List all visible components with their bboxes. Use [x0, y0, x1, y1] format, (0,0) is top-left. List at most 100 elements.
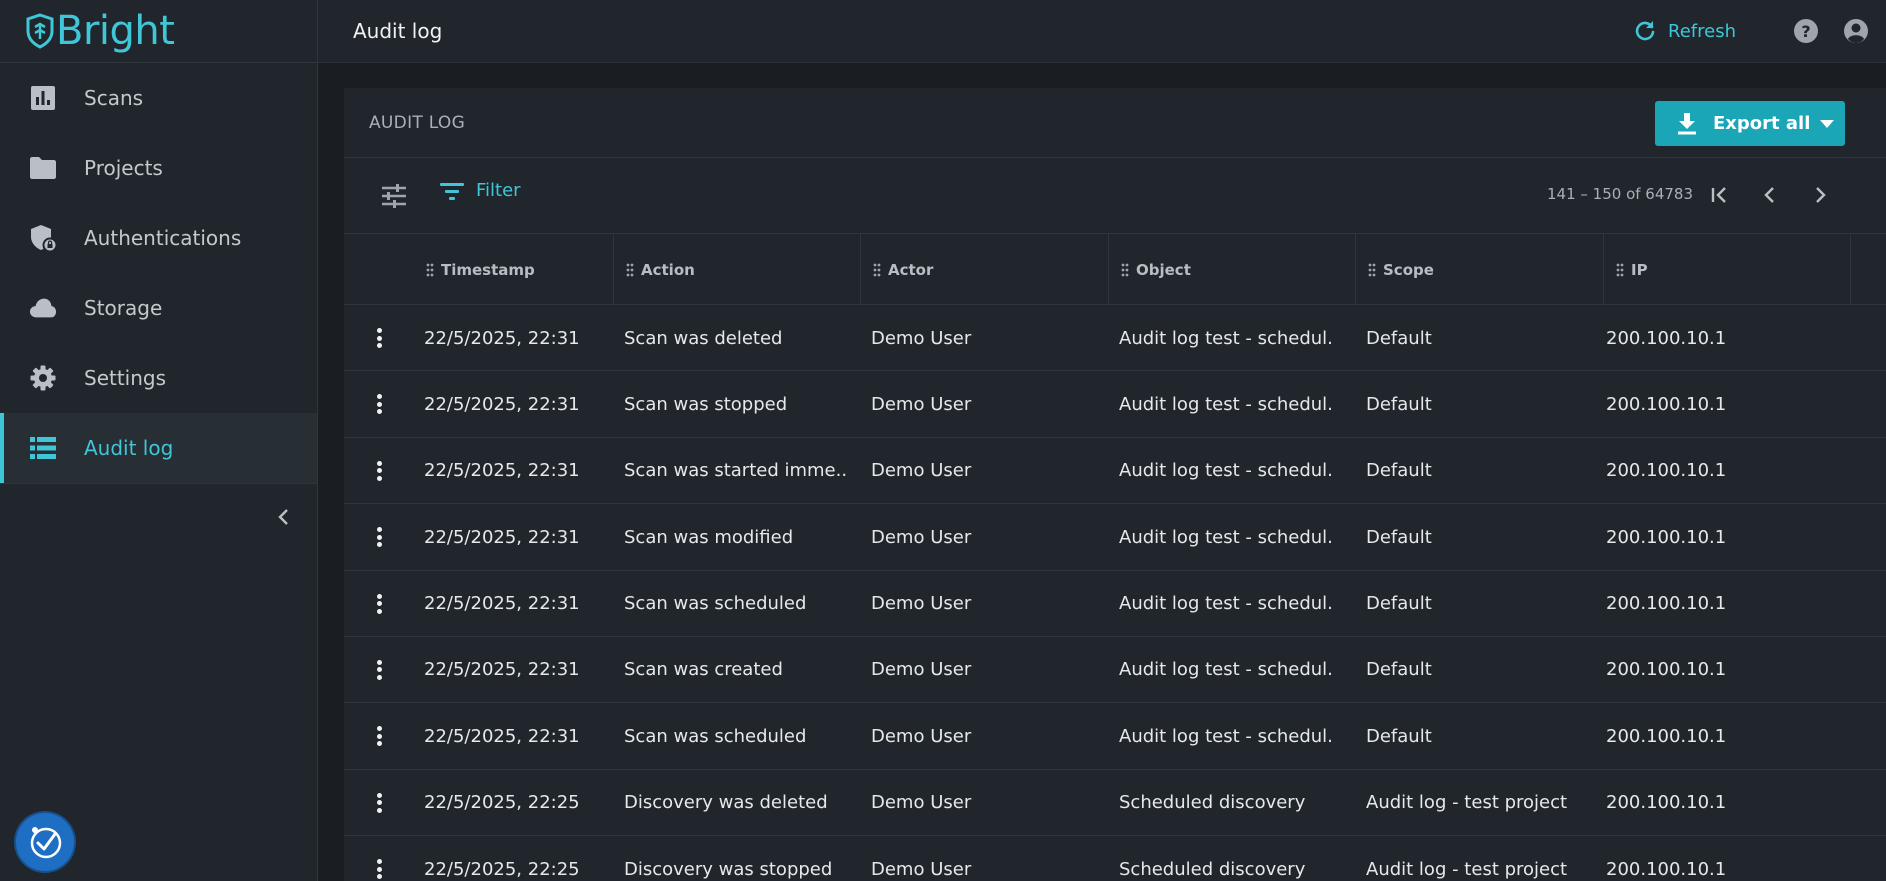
cell-timestamp: 22/5/2025, 22:25: [424, 858, 580, 880]
first-page-button[interactable]: [1705, 180, 1735, 210]
filter-icon: [440, 182, 464, 200]
drag-handle-icon[interactable]: [426, 263, 434, 277]
header-actions: Refresh ?: [1634, 17, 1870, 45]
cell-ip: 200.100.10.1: [1606, 593, 1727, 615]
sidebar-item-label: Storage: [84, 296, 163, 320]
table-row[interactable]: 22/5/2025, 22:25 Discovery was deleted Dem…: [344, 770, 1886, 837]
row-menu-button[interactable]: [374, 325, 384, 351]
table-row[interactable]: 22/5/2025, 22:31 Scan was modified Demo Us…: [344, 504, 1886, 571]
drag-handle-icon[interactable]: [1368, 263, 1376, 277]
column-header-scope[interactable]: Scope: [1356, 234, 1604, 305]
row-menu-button[interactable]: [374, 391, 384, 417]
table-row[interactable]: 22/5/2025, 22:31 Scan was stopped Demo Use…: [344, 371, 1886, 438]
cell-action: Scan was modified: [624, 526, 794, 548]
row-menu-button[interactable]: [374, 458, 384, 484]
collapse-sidebar-button[interactable]: [272, 505, 296, 529]
cell-actor: Demo User: [871, 659, 972, 681]
table-row[interactable]: 22/5/2025, 22:31 Scan was started imme...…: [344, 438, 1886, 505]
table-toolbar: Filter 141 – 150 of 64783: [344, 158, 1886, 234]
cell-timestamp: 22/5/2025, 22:31: [424, 327, 580, 349]
filter-button[interactable]: Filter: [440, 180, 521, 201]
table-row[interactable]: 22/5/2025, 22:31 Scan was scheduled Demo U…: [344, 703, 1886, 770]
row-menu-button[interactable]: [374, 657, 384, 683]
column-header-object[interactable]: Object: [1109, 234, 1356, 305]
table-row[interactable]: 22/5/2025, 22:31 Scan was created Demo Use…: [344, 637, 1886, 704]
row-menu-button[interactable]: [374, 591, 384, 617]
row-menu-button[interactable]: [374, 790, 384, 816]
cell-actor: Demo User: [871, 460, 972, 482]
bar-chart-icon: [29, 84, 57, 112]
cloud-icon: [29, 294, 57, 322]
shield-lock-icon: [29, 224, 57, 252]
sidebar-item-label: Scans: [84, 86, 144, 110]
brand-logo[interactable]: Bright: [0, 0, 317, 63]
cell-scope: Default: [1366, 526, 1432, 548]
cell-object: Scheduled discovery: [1119, 792, 1306, 814]
filter-label: Filter: [476, 180, 521, 201]
column-header-action[interactable]: Action: [614, 234, 861, 305]
cell-action: Discovery was stopped: [624, 858, 833, 880]
column-header-ip[interactable]: IP: [1604, 234, 1851, 305]
cell-timestamp: 22/5/2025, 22:31: [424, 725, 580, 747]
row-menu-button[interactable]: [374, 524, 384, 550]
brand-name: Bright: [56, 8, 175, 54]
cell-scope: Audit log - test project: [1366, 858, 1568, 880]
folder-icon: [29, 154, 57, 182]
export-all-button[interactable]: Export all: [1655, 101, 1845, 146]
cell-timestamp: 22/5/2025, 22:31: [424, 659, 580, 681]
sidebar-item-label: Projects: [84, 156, 163, 180]
cell-timestamp: 22/5/2025, 22:31: [424, 393, 580, 415]
cell-object: Audit log test - schedul...: [1119, 460, 1334, 482]
row-menu-button[interactable]: [374, 723, 384, 749]
column-header-actor[interactable]: Actor: [861, 234, 1109, 305]
cell-ip: 200.100.10.1: [1606, 858, 1727, 880]
list-icon: [29, 434, 57, 462]
audit-log-card: AUDIT LOG Export all Filter 141 – 150 of…: [344, 88, 1886, 881]
gear-icon: [29, 364, 57, 392]
cell-ip: 200.100.10.1: [1606, 526, 1727, 548]
sidebar-item-scans[interactable]: Scans: [0, 63, 317, 133]
first-page-icon: [1711, 187, 1726, 203]
refresh-button[interactable]: Refresh: [1634, 20, 1736, 42]
column-header-label: Timestamp: [441, 260, 535, 279]
export-all-label: Export all: [1713, 113, 1811, 134]
cell-action: Scan was scheduled: [624, 593, 807, 615]
drag-handle-icon[interactable]: [1121, 263, 1129, 277]
sidebar-item-audit-log[interactable]: Audit log: [0, 413, 317, 483]
cell-action: Scan was stopped: [624, 393, 788, 415]
sidebar-item-label: Settings: [84, 366, 167, 390]
column-settings-button[interactable]: [380, 182, 408, 210]
drag-handle-icon[interactable]: [626, 263, 634, 277]
row-menu-button[interactable]: [374, 856, 384, 881]
help-button[interactable]: ?: [1792, 17, 1820, 45]
sidebar-item-projects[interactable]: Projects: [0, 133, 317, 203]
cell-ip: 200.100.10.1: [1606, 792, 1727, 814]
table-row[interactable]: 22/5/2025, 22:25 Discovery was stopped Dem…: [344, 836, 1886, 881]
cell-object: Audit log test - schedul...: [1119, 526, 1334, 548]
cell-scope: Default: [1366, 327, 1432, 349]
drag-handle-icon[interactable]: [1616, 263, 1624, 277]
cell-ip: 200.100.10.1: [1606, 327, 1727, 349]
next-page-button[interactable]: [1805, 180, 1835, 210]
column-header-timestamp[interactable]: Timestamp: [414, 234, 614, 305]
sidebar-item-storage[interactable]: Storage: [0, 273, 317, 343]
previous-page-button[interactable]: [1755, 180, 1785, 210]
caret-down-icon: [1820, 119, 1835, 128]
table-row[interactable]: 22/5/2025, 22:31 Scan was deleted Demo Use…: [344, 305, 1886, 372]
sidebar-item-authentications[interactable]: Authentications: [0, 203, 317, 273]
table-row[interactable]: 22/5/2025, 22:31 Scan was scheduled Demo U…: [344, 571, 1886, 637]
sidebar-item-settings[interactable]: Settings: [0, 343, 317, 413]
cell-action: Scan was scheduled: [624, 725, 807, 747]
chevron-left-icon: [278, 509, 288, 525]
column-header-label: Action: [641, 260, 695, 279]
cell-scope: Audit log - test project: [1366, 792, 1568, 814]
cell-action: Discovery was deleted: [624, 792, 828, 814]
cell-timestamp: 22/5/2025, 22:31: [424, 460, 580, 482]
cell-ip: 200.100.10.1: [1606, 393, 1727, 415]
account-button[interactable]: [1842, 17, 1870, 45]
accessibility-widget-button[interactable]: [16, 813, 74, 871]
cell-object: Scheduled discovery: [1119, 858, 1306, 880]
cell-object: Audit log test - schedul...: [1119, 725, 1334, 747]
chevron-left-icon: [1764, 187, 1774, 203]
drag-handle-icon[interactable]: [873, 263, 881, 277]
